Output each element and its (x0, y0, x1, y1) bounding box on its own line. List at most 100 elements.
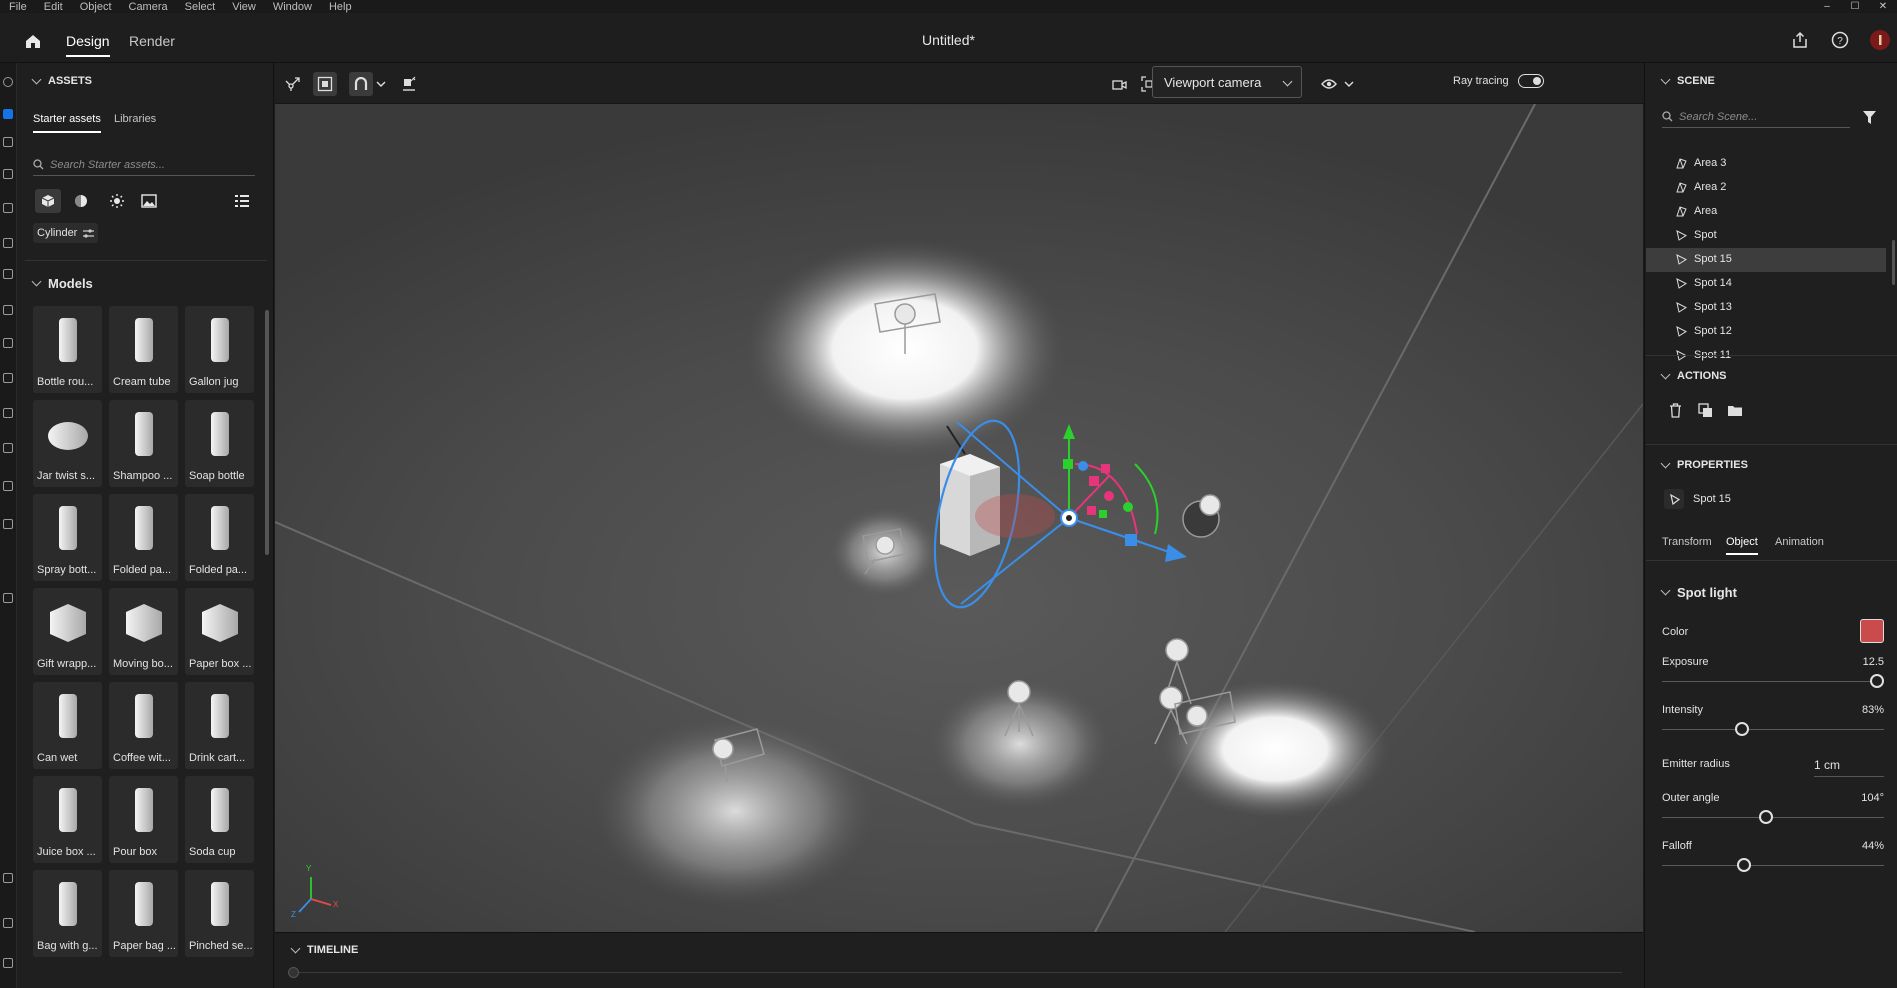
scene-item[interactable]: Area 2 (1646, 176, 1886, 200)
camera-bookmark-button[interactable] (1107, 72, 1131, 96)
exposure-value[interactable]: 12.5 (1834, 656, 1884, 668)
menu-view[interactable]: View (223, 1, 264, 13)
timeline-header[interactable]: TIMELINE (290, 943, 358, 956)
visibility-options-button[interactable] (1337, 72, 1361, 96)
menu-camera[interactable]: Camera (120, 1, 176, 13)
spot-light-gizmo[interactable] (1182, 494, 1221, 538)
intensity-slider[interactable] (1662, 722, 1884, 736)
assets-header[interactable]: ASSETS (31, 74, 92, 87)
snap-options-button[interactable] (369, 72, 393, 96)
scene-search[interactable]: Search Scene... (1662, 106, 1850, 128)
layers-tool-icon[interactable] (3, 873, 13, 883)
transform-button[interactable] (281, 72, 305, 96)
model-tile[interactable]: Bag with g... (33, 870, 102, 957)
filter-chip[interactable]: Cylinder (33, 223, 99, 243)
model-tile[interactable]: Can wet (33, 682, 102, 769)
actions-header[interactable]: ACTIONS (1660, 369, 1727, 382)
model-tile[interactable]: Cream tube (109, 306, 178, 393)
scene-item[interactable]: Area 3 (1646, 152, 1886, 176)
model-tile[interactable]: Bottle rou... (33, 306, 102, 393)
scene-render[interactable] (275, 104, 1643, 932)
light-tool-icon[interactable] (3, 269, 13, 279)
paint-tool-icon[interactable] (3, 373, 13, 383)
camera-select[interactable]: Viewport camera (1152, 66, 1302, 98)
exposure-slider[interactable] (1662, 674, 1885, 688)
assets-scrollbar[interactable] (265, 310, 269, 555)
scene-header[interactable]: SCENE (1660, 74, 1715, 87)
model-tile[interactable]: Folded pa... (109, 494, 178, 581)
filter-icon[interactable] (1862, 110, 1877, 125)
falloff-slider[interactable] (1662, 858, 1884, 872)
model-tile[interactable]: Pinched se... (185, 870, 254, 957)
model-tile[interactable]: Jar twist s... (33, 400, 102, 487)
model-tile[interactable]: Moving bo... (109, 588, 178, 675)
menu-help[interactable]: Help (320, 1, 360, 13)
model-tile[interactable]: Paper bag ... (109, 870, 178, 957)
measure-tool-icon[interactable] (3, 443, 13, 453)
eyedropper-tool-icon[interactable] (3, 408, 13, 418)
panel-toggle-icon[interactable] (3, 918, 13, 928)
menu-file[interactable]: File (0, 1, 35, 13)
assets-search[interactable]: Search Starter assets... (33, 154, 255, 176)
camera-tool-icon[interactable] (3, 305, 13, 315)
scene-scrollbar[interactable] (1892, 240, 1895, 285)
drop-to-ground-button[interactable] (397, 72, 421, 96)
share-icon[interactable] (1791, 31, 1809, 49)
model-tile[interactable]: Soap bottle (185, 400, 254, 487)
avatar[interactable] (1870, 30, 1890, 50)
model-tile[interactable]: Coffee wit... (109, 682, 178, 769)
select-tool-icon[interactable] (3, 109, 13, 119)
scene-item[interactable]: Spot 13 (1646, 296, 1886, 320)
scene-item[interactable]: Area (1646, 200, 1886, 224)
models-filter-button[interactable] (35, 189, 61, 213)
intensity-value[interactable]: 83% (1834, 704, 1884, 716)
model-tile[interactable]: Paper box ... (185, 588, 254, 675)
tab-transform[interactable]: Transform (1662, 536, 1712, 548)
minimize-button[interactable]: – (1813, 0, 1841, 13)
timeline-playhead[interactable] (288, 967, 299, 978)
model-tile[interactable]: Pour box (109, 776, 178, 863)
list-view-button[interactable] (229, 189, 255, 213)
outer-angle-value[interactable]: 104° (1834, 792, 1884, 804)
align-tool-icon[interactable] (3, 593, 13, 603)
scene-item[interactable]: Spot 12 (1646, 320, 1886, 344)
3d-viewport[interactable]: Y X Z (275, 104, 1643, 932)
scene-item[interactable]: Spot 15 (1646, 248, 1886, 272)
orbit-tool-icon[interactable] (3, 77, 13, 87)
shape-tool-icon[interactable] (3, 203, 13, 213)
ray-tracing-toggle[interactable] (1518, 74, 1544, 88)
move-tool-icon[interactable] (3, 137, 13, 147)
frame-selection-button[interactable] (313, 72, 337, 96)
hand-tool-icon[interactable] (3, 481, 13, 491)
tab-starter-assets[interactable]: Starter assets (33, 113, 101, 133)
text-tool-icon[interactable] (3, 238, 13, 248)
model-tile[interactable]: Spray bott... (33, 494, 102, 581)
materials-filter-button[interactable] (68, 189, 94, 213)
images-filter-button[interactable] (136, 189, 162, 213)
spot-light-group-header[interactable]: Spot light (1660, 585, 1737, 600)
outer-angle-slider[interactable] (1662, 810, 1884, 824)
tab-libraries[interactable]: Libraries (114, 113, 156, 125)
folder-icon[interactable] (1726, 401, 1744, 419)
material-tool-icon[interactable] (3, 338, 13, 348)
model-tile[interactable]: Gallon jug (185, 306, 254, 393)
intensity-knob[interactable] (1734, 722, 1749, 736)
settings-tool-icon[interactable] (3, 958, 13, 968)
menu-window[interactable]: Window (264, 1, 320, 13)
menu-object[interactable]: Object (71, 1, 120, 13)
tab-animation[interactable]: Animation (1775, 536, 1824, 548)
trash-icon[interactable] (1666, 401, 1684, 419)
cube-tool-icon[interactable] (3, 169, 13, 179)
color-swatch[interactable] (1860, 619, 1884, 643)
model-tile[interactable]: Juice box ... (33, 776, 102, 863)
help-icon[interactable]: ? (1831, 31, 1849, 49)
zoom-tool-icon[interactable] (3, 519, 13, 529)
menu-edit[interactable]: Edit (35, 1, 71, 13)
model-tile[interactable]: Soda cup (185, 776, 254, 863)
duplicate-icon[interactable] (1696, 401, 1714, 419)
scene-item[interactable]: Spot 14 (1646, 272, 1886, 296)
model-tile[interactable]: Folded pa... (185, 494, 254, 581)
properties-header[interactable]: PROPERTIES (1660, 458, 1748, 471)
lights-filter-button[interactable] (104, 189, 130, 213)
tab-object[interactable]: Object (1726, 536, 1758, 555)
